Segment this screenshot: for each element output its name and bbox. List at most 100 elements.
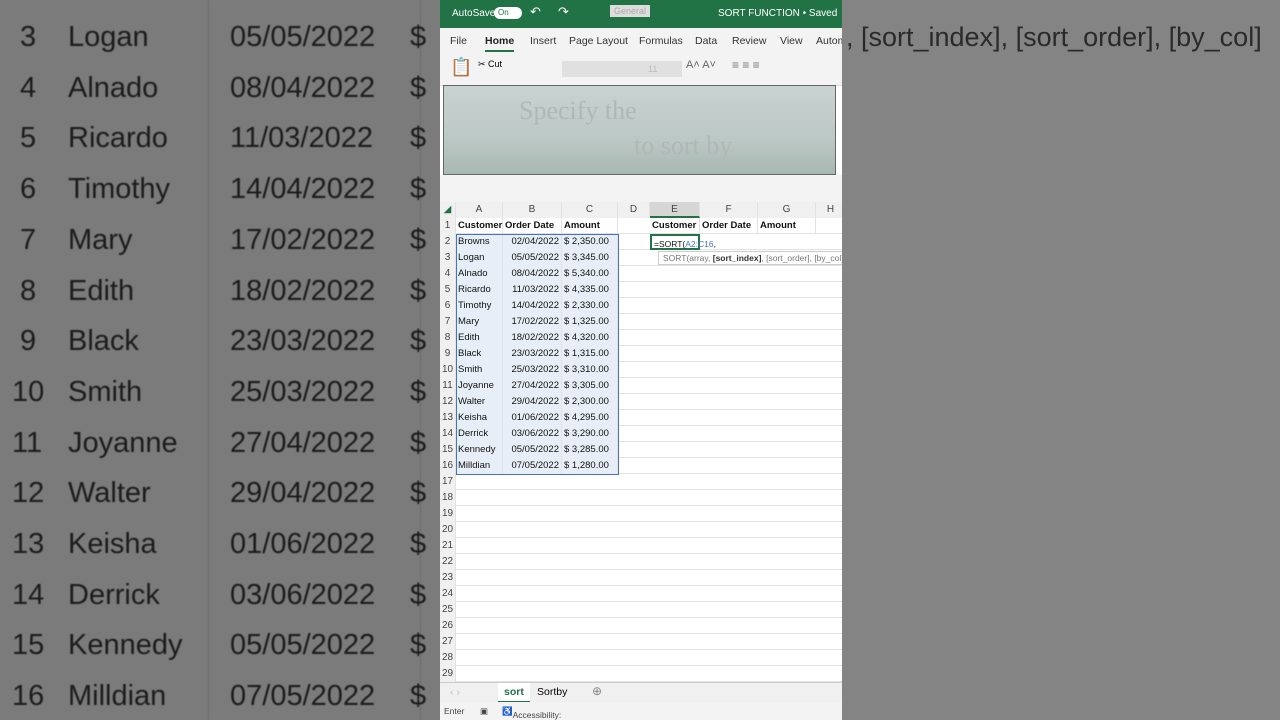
- column-header-e[interactable]: E: [650, 202, 700, 218]
- row-number[interactable]: 1: [440, 218, 456, 234]
- sheet-tab-sortby[interactable]: Sortby: [537, 686, 567, 698]
- blurred-background-left: 3 Logan 05/05/2022 $4 Alnado 08/04/2022 $5 Rica…: [0, 0, 440, 720]
- row-number[interactable]: 24: [440, 586, 456, 602]
- table-row: 27: [440, 634, 842, 650]
- table-row: 26: [440, 618, 842, 634]
- sheet-nav-arrows[interactable]: ‹ ›: [450, 686, 460, 698]
- add-sheet-icon[interactable]: ⊕: [592, 684, 602, 698]
- background-row-number: 7: [20, 223, 37, 256]
- align-icons[interactable]: ≡ ≡ ≡: [732, 58, 760, 72]
- row-number[interactable]: 5: [440, 282, 456, 298]
- background-customer: Logan: [68, 21, 149, 53]
- row-number[interactable]: 11: [440, 378, 456, 394]
- background-row: 10 Smith 25/03/2022 $: [0, 368, 440, 418]
- row-number[interactable]: 23: [440, 570, 456, 586]
- undo-icon[interactable]: ↶: [530, 4, 541, 20]
- header-amount[interactable]: Amount: [562, 218, 618, 234]
- row-number[interactable]: 9: [440, 346, 456, 362]
- formula-cell-e2[interactable]: =SORT(A2:C16,: [650, 234, 716, 250]
- row-number[interactable]: 22: [440, 554, 456, 570]
- column-header-c[interactable]: C: [562, 202, 618, 218]
- row-number[interactable]: 13: [440, 410, 456, 426]
- font-size-select[interactable]: 11: [562, 61, 682, 77]
- column-header-d[interactable]: D: [618, 202, 650, 218]
- font-grow-icon[interactable]: A˄ A˅: [686, 59, 716, 71]
- row-number[interactable]: 7: [440, 314, 456, 330]
- tab-page-layout[interactable]: Page Layout: [569, 35, 628, 47]
- table-row: 22: [440, 554, 842, 570]
- column-header-h[interactable]: H: [816, 202, 842, 218]
- formula-prefix: =SORT(: [654, 239, 686, 249]
- selection-range-border: [456, 234, 619, 475]
- row-number[interactable]: 29: [440, 666, 456, 682]
- row-number[interactable]: 27: [440, 634, 456, 650]
- row-number[interactable]: 3: [440, 250, 456, 266]
- tab-insert[interactable]: Insert: [530, 35, 556, 47]
- background-date: 01/06/2022: [230, 528, 376, 560]
- tab-formulas[interactable]: Formulas: [639, 35, 683, 47]
- row-number[interactable]: 8: [440, 330, 456, 346]
- redo-icon[interactable]: ↷: [558, 4, 569, 20]
- tooltip-current-arg: [sort_index]: [712, 253, 762, 263]
- header-order-date[interactable]: Order Date: [503, 218, 562, 234]
- row-number[interactable]: 2: [440, 234, 456, 250]
- caption-line-2: to sort by: [634, 131, 733, 160]
- accessibility-status[interactable]: ♿ Accessibility: Good to go: [502, 706, 561, 720]
- row-number[interactable]: 15: [440, 442, 456, 458]
- tab-review[interactable]: Review: [732, 35, 766, 47]
- output-header-amount[interactable]: Amount: [758, 218, 816, 234]
- cut-button[interactable]: ✂ Cut: [478, 59, 502, 70]
- background-date: 23/03/2022: [230, 325, 376, 358]
- row-number[interactable]: 12: [440, 394, 456, 410]
- paste-icon[interactable]: 📋: [450, 57, 472, 78]
- row-number[interactable]: 25: [440, 602, 456, 618]
- table-row: 29: [440, 666, 842, 682]
- sheet-tabs: ‹ › sort Sortby ⊕: [440, 682, 842, 703]
- row-number[interactable]: 16: [440, 458, 456, 474]
- column-header-a[interactable]: A: [456, 202, 503, 218]
- background-row: 14 Derrick 03/06/2022 $: [0, 571, 440, 621]
- background-date: 14/04/2022: [230, 173, 376, 206]
- tab-home[interactable]: Home: [485, 35, 515, 52]
- tab-autom[interactable]: Autom: [816, 35, 842, 47]
- number-format-select[interactable]: General: [610, 5, 651, 17]
- select-all-corner[interactable]: ◢: [440, 202, 456, 218]
- background-date: 18/02/2022: [230, 274, 376, 307]
- tab-view[interactable]: View: [780, 35, 803, 47]
- row-number[interactable]: 10: [440, 362, 456, 378]
- status-mode: Enter: [444, 706, 465, 716]
- row-number[interactable]: 17: [440, 474, 456, 490]
- tab-data[interactable]: Data: [695, 35, 717, 47]
- table-row: 25: [440, 602, 842, 618]
- column-header-f[interactable]: F: [700, 202, 758, 218]
- background-row: 9 Black 23/03/2022 $: [0, 317, 440, 367]
- background-dollar: $: [410, 680, 427, 713]
- row-number[interactable]: 6: [440, 298, 456, 314]
- background-dollar: $: [410, 426, 427, 459]
- tab-file[interactable]: File: [450, 35, 467, 47]
- background-customer: Black: [68, 325, 139, 358]
- cut-label: Cut: [488, 59, 503, 69]
- header-customer[interactable]: Customer: [456, 218, 503, 234]
- background-dollar: $: [410, 71, 427, 104]
- row-number[interactable]: 28: [440, 650, 456, 666]
- row-number[interactable]: 20: [440, 522, 456, 538]
- document-title[interactable]: SORT FUNCTION • Saved: [718, 8, 837, 19]
- column-header-g[interactable]: G: [758, 202, 816, 218]
- row-number[interactable]: 14: [440, 426, 456, 442]
- formula-suffix: ,: [713, 239, 716, 249]
- table-row: 19: [440, 506, 842, 522]
- background-date: 03/06/2022: [230, 578, 376, 611]
- row-number[interactable]: 4: [440, 266, 456, 282]
- column-header-b[interactable]: B: [503, 202, 562, 218]
- sheet-tab-sort[interactable]: sort: [498, 683, 530, 703]
- row-number[interactable]: 18: [440, 490, 456, 506]
- output-header-order-date[interactable]: Order Date: [700, 218, 758, 234]
- row-number[interactable]: 26: [440, 618, 456, 634]
- row-number[interactable]: 19: [440, 506, 456, 522]
- row-number[interactable]: 21: [440, 538, 456, 554]
- macro-record-icon[interactable]: ▣: [480, 706, 488, 717]
- background-row-number: 3: [20, 21, 37, 53]
- output-header-customer[interactable]: Customer: [650, 218, 700, 234]
- autosave-toggle[interactable]: On: [494, 7, 522, 19]
